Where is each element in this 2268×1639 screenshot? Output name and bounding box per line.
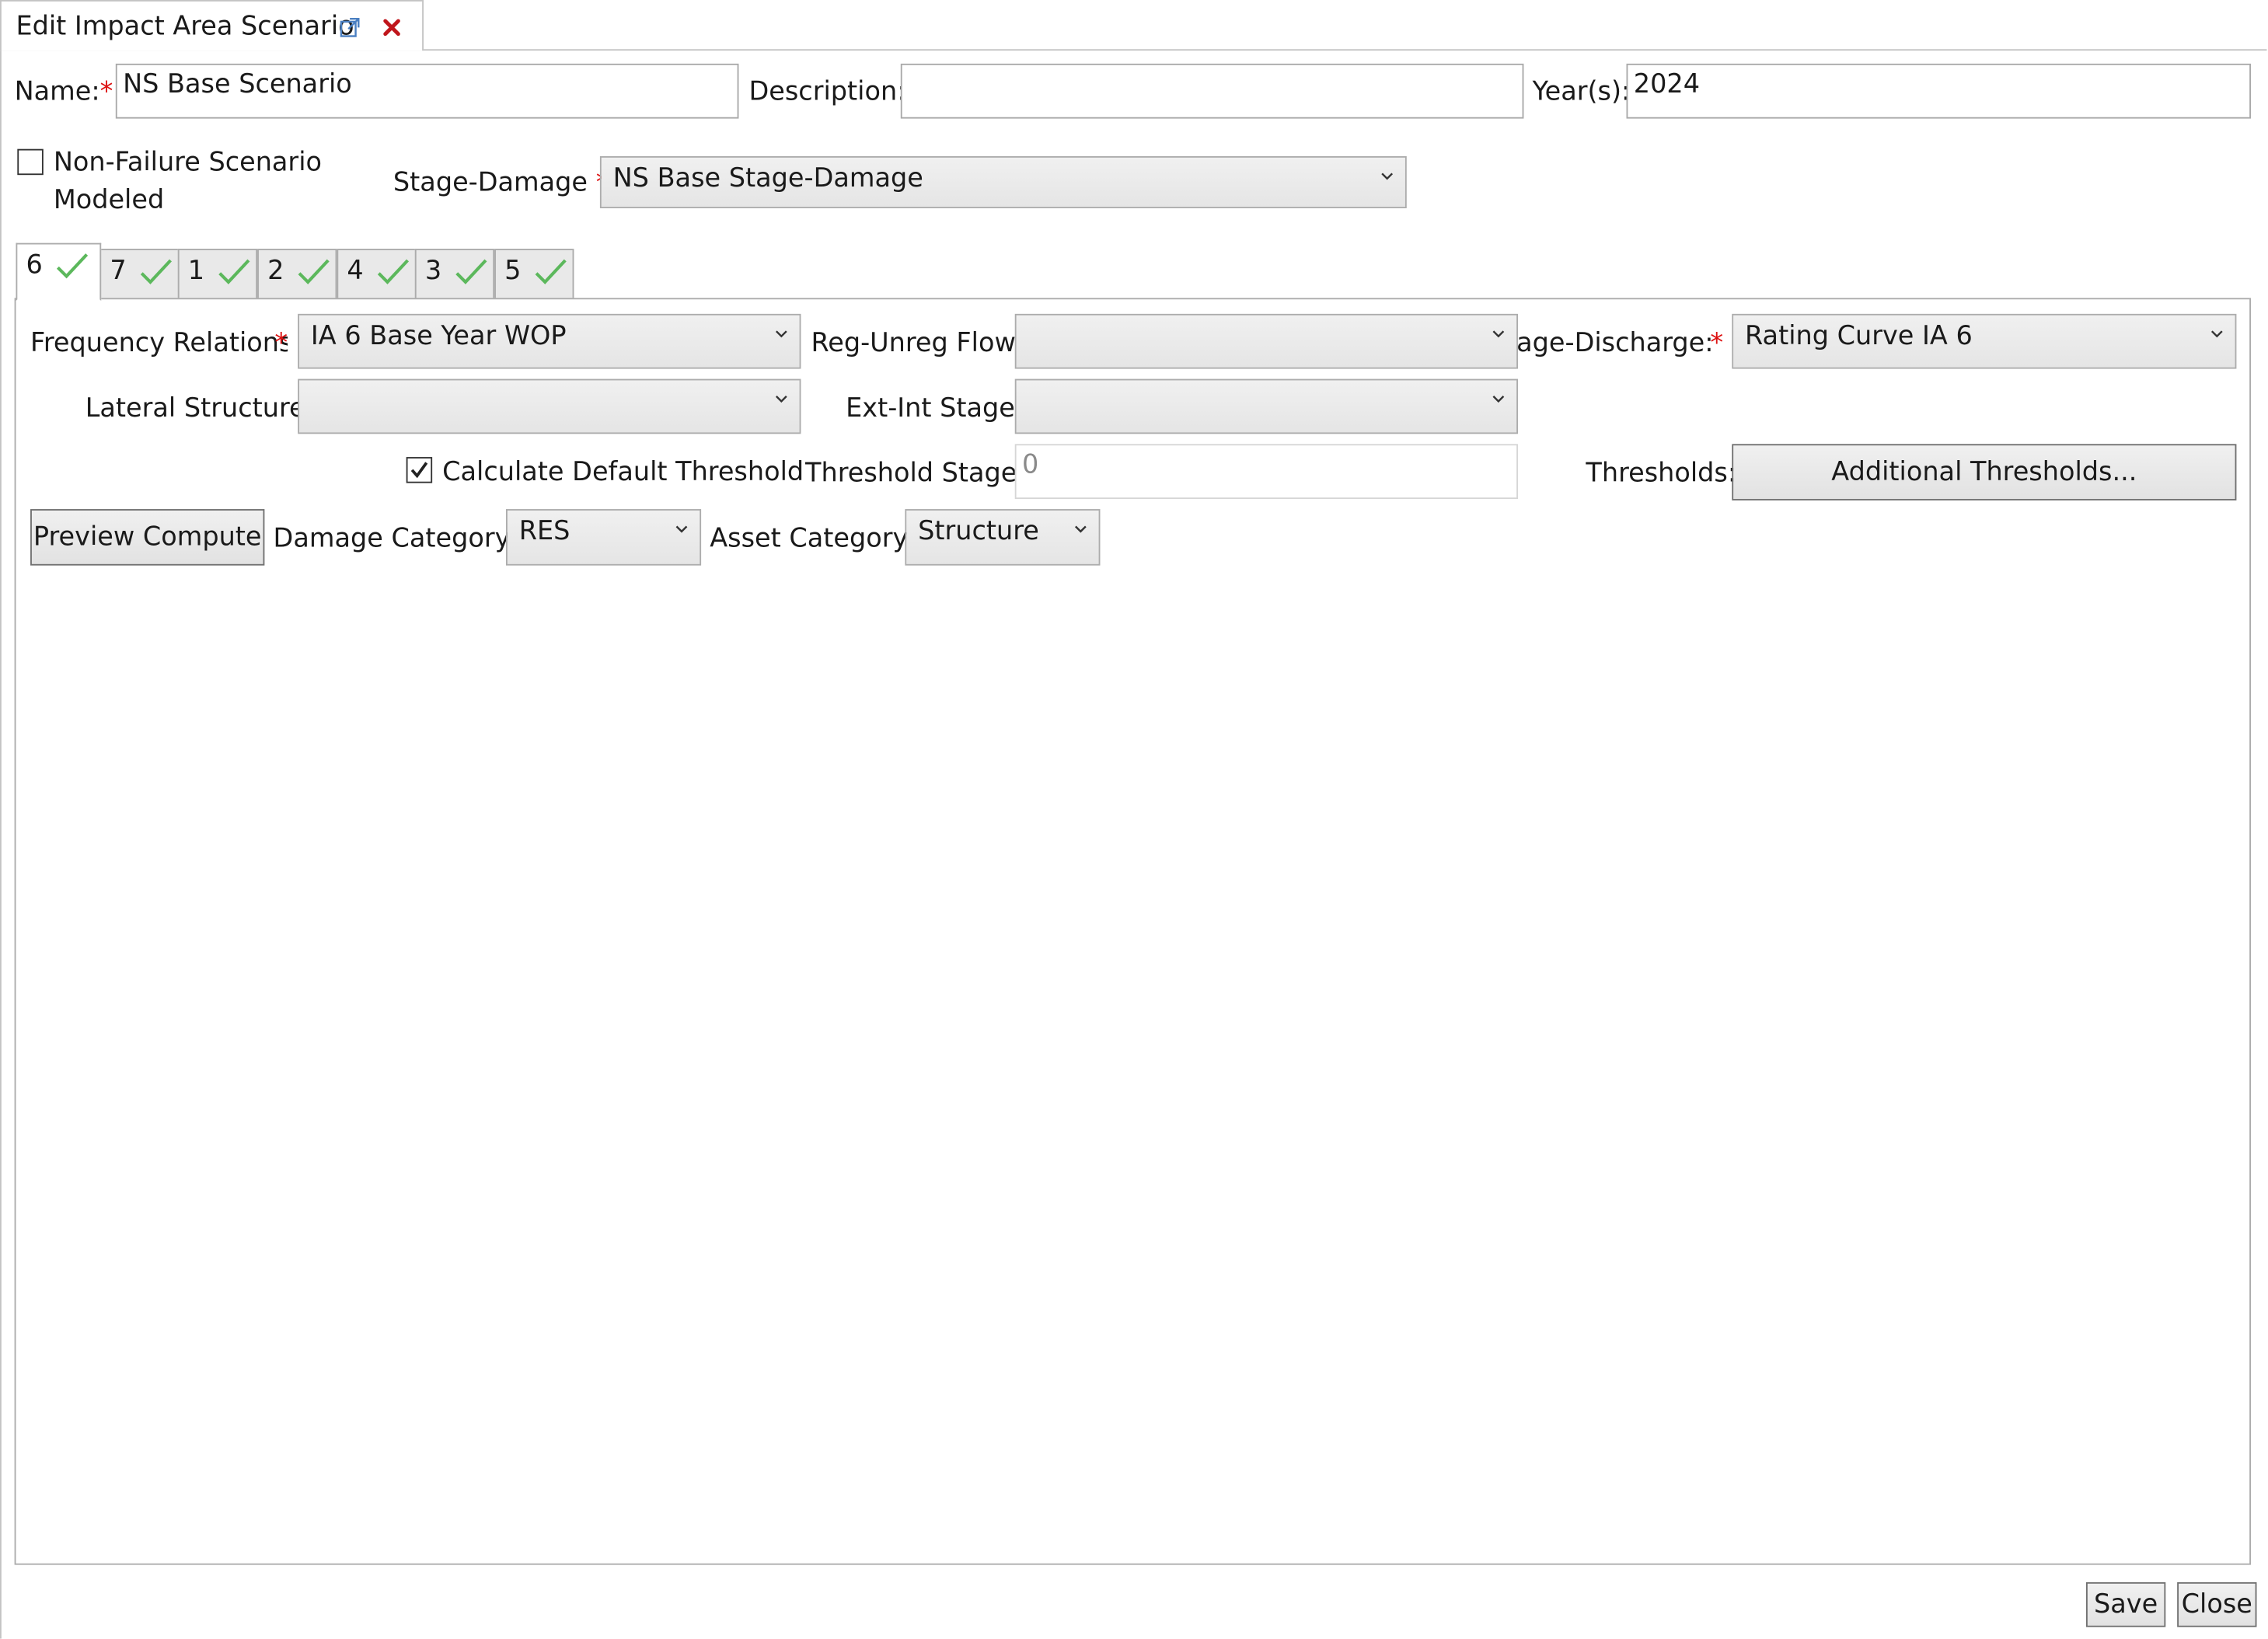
lateral-structure-combobox[interactable] (298, 378, 801, 434)
thresholds-label: Thresholds: (1586, 458, 1737, 490)
check-icon (378, 259, 410, 284)
chevron-down-icon (1074, 525, 1087, 533)
frequency-relationship-combobox[interactable]: IA 6 Base Year WOP (298, 313, 801, 369)
tab-impact-area-2[interactable]: 2 (257, 249, 337, 300)
external-link-icon[interactable] (340, 17, 360, 37)
name-input[interactable]: NS Base Scenario (115, 63, 739, 119)
tab-label: 5 (504, 256, 522, 287)
damage-category-value: RES (518, 516, 570, 547)
non-failure-label-line1: Non-Failure Scenario (53, 147, 322, 178)
stage-damage-label: Stage-Damage * (393, 168, 609, 200)
ext-int-stage-label: Ext-Int Stage: (846, 393, 1024, 424)
tab-label: 3 (424, 256, 442, 287)
tab-impact-area-1[interactable]: 1 (177, 249, 258, 300)
asset-category-label: Asset Category: (710, 523, 916, 554)
tab-impact-area-4[interactable]: 4 (337, 249, 417, 300)
stage-discharge-label: age-Discharge: (1516, 328, 1714, 359)
reg-unreg-flow-combobox[interactable] (1014, 313, 1518, 369)
lateral-structure-label: Lateral Structure: (85, 393, 314, 424)
chevron-down-icon (1492, 330, 1505, 338)
damage-category-label: Damage Category: (273, 523, 518, 554)
ext-int-stage-combobox[interactable] (1014, 378, 1518, 434)
damage-category-combobox[interactable]: RES (506, 509, 702, 566)
save-button[interactable]: Save (2085, 1581, 2166, 1627)
stage-discharge-value: Rating Curve IA 6 (1745, 321, 1973, 352)
description-input[interactable] (900, 63, 1524, 119)
tab-label: 6 (26, 249, 43, 281)
chevron-down-icon (1381, 173, 1394, 180)
frequency-relationship-label: Frequency Relations (30, 328, 288, 359)
checkmark-icon (410, 462, 428, 479)
check-icon (57, 253, 89, 279)
preview-compute-button[interactable]: Preview Compute (30, 509, 265, 566)
tab-label: 4 (347, 256, 364, 287)
tab-label: 7 (110, 256, 127, 287)
document-tab-title: Edit Impact Area Scenario (16, 11, 354, 42)
stage-damage-value: NS Base Stage-Damage (612, 163, 923, 194)
frequency-relationship-value: IA 6 Base Year WOP (310, 321, 567, 352)
chevron-down-icon (1492, 396, 1505, 403)
tab-impact-area-6[interactable]: 6 (16, 242, 102, 302)
additional-thresholds-button[interactable]: Additional Thresholds... (1732, 444, 2237, 500)
check-icon (298, 259, 330, 284)
non-failure-checkbox[interactable] (17, 148, 44, 176)
calculate-default-threshold-checkbox[interactable] (406, 457, 433, 483)
check-icon (455, 259, 487, 284)
close-button[interactable]: Close (2177, 1581, 2257, 1627)
dialog-root: Edit Impact Area Scenario Name:* NS Base… (0, 0, 2267, 1639)
tab-content-panel: Frequency Relations * IA 6 Base Year WOP… (14, 298, 2252, 1565)
check-icon (535, 259, 567, 284)
tab-label: 1 (187, 256, 205, 287)
description-label: Description: (748, 76, 906, 107)
threshold-stage-input[interactable]: 0 (1014, 444, 1518, 500)
required-marker: * (274, 328, 288, 359)
asset-category-combobox[interactable]: Structure (905, 509, 1101, 566)
chevron-down-icon (775, 396, 787, 403)
chevron-down-icon (2210, 330, 2223, 338)
stage-discharge-combobox[interactable]: Rating Curve IA 6 (1732, 313, 2237, 369)
document-tab[interactable]: Edit Impact Area Scenario (0, 0, 424, 51)
threshold-stage-label: Threshold Stage: (805, 458, 1026, 490)
stage-damage-combobox[interactable]: NS Base Stage-Damage (599, 155, 1407, 208)
tab-label: 2 (267, 256, 284, 287)
name-label: Name:* (14, 76, 113, 107)
tab-impact-area-5[interactable]: 5 (494, 249, 574, 300)
chevron-down-icon (775, 330, 787, 338)
non-failure-label-line2: Modeled (53, 185, 165, 216)
chevron-down-icon (675, 525, 688, 533)
reg-unreg-flow-label: Reg-Unreg Flow (811, 328, 1016, 359)
years-input[interactable]: 2024 (1626, 63, 2252, 119)
years-label: Year(s): (1532, 76, 1631, 107)
close-x-icon[interactable] (383, 19, 400, 37)
check-icon (141, 259, 173, 284)
tab-impact-area-3[interactable]: 3 (414, 249, 495, 300)
asset-category-value: Structure (918, 516, 1039, 547)
required-marker: * (1710, 328, 1724, 359)
check-icon (218, 259, 250, 284)
required-marker: * (99, 76, 113, 107)
calculate-default-threshold-label: Calculate Default Threshold (442, 457, 804, 488)
tab-impact-area-7[interactable]: 7 (99, 249, 180, 300)
